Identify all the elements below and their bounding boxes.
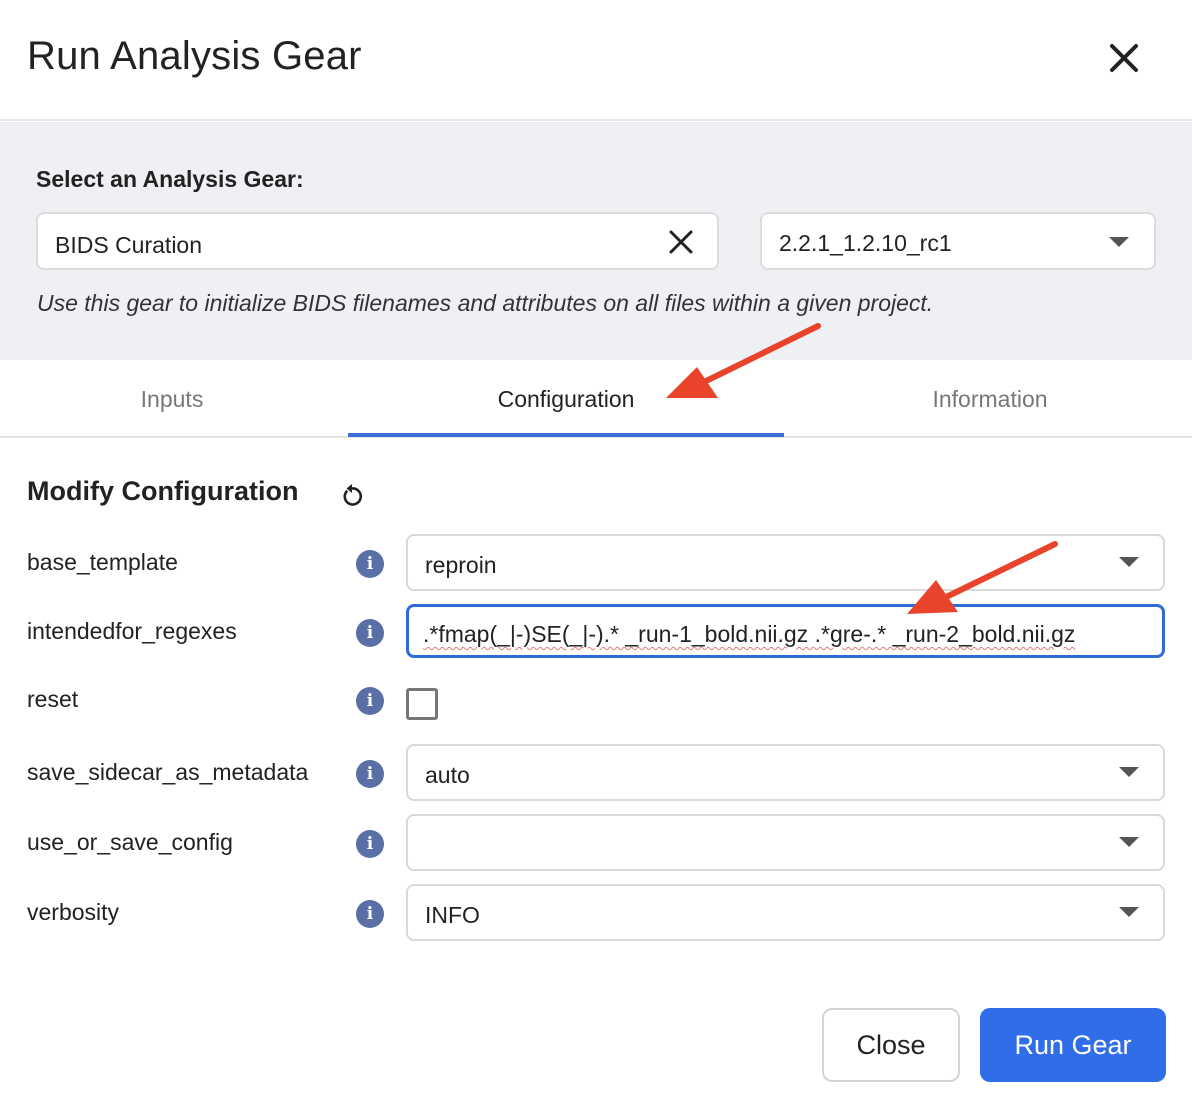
gear-select-input[interactable]: BIDS Curation xyxy=(36,212,719,270)
save-sidecar-select[interactable]: auto xyxy=(406,744,1165,801)
config-label-verbosity: verbosity xyxy=(27,899,120,925)
gear-select-value: BIDS Curation xyxy=(55,232,203,258)
run-gear-button[interactable]: Run Gear xyxy=(980,1008,1166,1082)
tab-inputs[interactable]: Inputs xyxy=(0,360,344,438)
config-label-base-template: base_template xyxy=(27,549,178,575)
save-sidecar-value: auto xyxy=(425,762,470,788)
gear-select-label: Select an Analysis Gear: xyxy=(36,166,304,192)
close-icon[interactable] xyxy=(1104,38,1144,78)
base-template-select[interactable]: reproin xyxy=(406,534,1165,591)
config-label-intendedfor-regexes: intendedfor_regexes xyxy=(27,618,237,644)
info-icon[interactable]: i xyxy=(356,830,384,858)
reset-icon[interactable] xyxy=(338,482,366,510)
info-icon[interactable]: i xyxy=(356,550,384,578)
info-icon[interactable]: i xyxy=(356,900,384,928)
gear-description: Use this gear to initialize BIDS filenam… xyxy=(37,290,934,316)
chevron-down-icon xyxy=(1119,767,1139,777)
config-label-save-sidecar: save_sidecar_as_metadata xyxy=(27,759,309,785)
info-icon[interactable]: i xyxy=(356,760,384,788)
base-template-value: reproin xyxy=(425,552,497,578)
clear-icon[interactable] xyxy=(667,228,695,256)
section-title: Modify Configuration xyxy=(27,476,299,506)
active-tab-indicator xyxy=(348,433,784,437)
info-icon[interactable]: i xyxy=(356,619,384,647)
gear-select-panel: Select an Analysis Gear: BIDS Curation 2… xyxy=(0,122,1192,360)
use-or-save-config-select[interactable] xyxy=(406,814,1165,871)
tab-information[interactable]: Information xyxy=(788,360,1192,438)
dialog-title: Run Analysis Gear xyxy=(27,34,362,78)
chevron-down-icon xyxy=(1119,837,1139,847)
info-icon[interactable]: i xyxy=(356,687,384,715)
tab-bar: Inputs Configuration Information xyxy=(0,360,1192,438)
gear-version-select[interactable]: 2.2.1_1.2.10_rc1 xyxy=(760,212,1156,270)
config-label-reset: reset xyxy=(27,686,79,712)
chevron-down-icon xyxy=(1119,557,1139,567)
intendedfor-regexes-input[interactable]: .*fmap(_|-)SE(_|-).* _run-1_bold.nii.gz … xyxy=(406,604,1165,658)
chevron-down-icon xyxy=(1109,237,1129,247)
config-label-use-or-save-config: use_or_save_config xyxy=(27,829,233,855)
chevron-down-icon xyxy=(1119,907,1139,917)
intendedfor-regexes-value: .*fmap(_|-)SE(_|-).* _run-1_bold.nii.gz … xyxy=(423,621,1076,647)
tab-configuration[interactable]: Configuration xyxy=(348,360,784,438)
verbosity-select[interactable]: INFO xyxy=(406,884,1165,941)
dialog-header: Run Analysis Gear xyxy=(0,0,1192,121)
verbosity-value: INFO xyxy=(425,902,480,928)
gear-version-value: 2.2.1_1.2.10_rc1 xyxy=(779,230,952,256)
close-button[interactable]: Close xyxy=(822,1008,960,1082)
reset-checkbox[interactable] xyxy=(406,688,438,720)
